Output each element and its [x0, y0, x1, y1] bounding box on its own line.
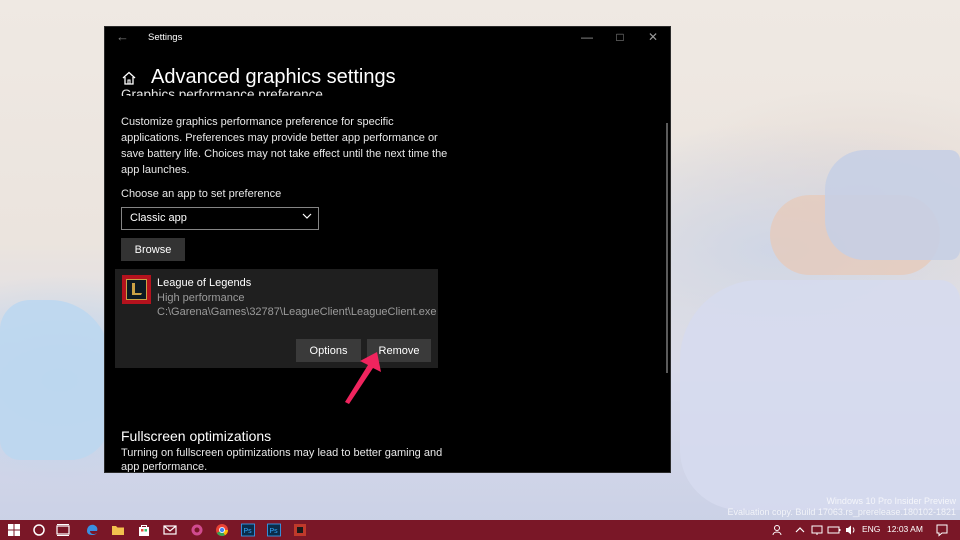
fullscreen-optimizations-title: Fullscreen optimizations	[121, 428, 272, 444]
app-path: C:\Garena\Games\32787\LeagueClient\Leagu…	[157, 306, 437, 318]
action-center-icon[interactable]	[934, 522, 950, 538]
network-icon[interactable]	[809, 522, 825, 538]
title-bar: ← Settings — □ ✕	[105, 27, 670, 49]
app-list-item[interactable]: League of Legends High performance C:\Ga…	[115, 269, 438, 368]
background-pillow	[825, 150, 960, 260]
photoshop-icon-2[interactable]: Ps	[266, 522, 282, 538]
close-button[interactable]: ✕	[641, 29, 665, 45]
app-type-dropdown[interactable]: Classic app	[121, 207, 319, 230]
clock[interactable]: 12:03 AM	[887, 524, 923, 534]
app-pink-icon[interactable]	[189, 522, 205, 538]
chrome-icon[interactable]	[214, 522, 230, 538]
maximize-button[interactable]: □	[608, 29, 632, 45]
people-icon[interactable]	[770, 522, 786, 538]
windows-watermark: Windows 10 Pro Insider Preview Evaluatio…	[728, 496, 957, 518]
taskbar: Ps Ps ENG 12:03 AM	[0, 520, 960, 540]
fullscreen-optimizations-description: Turning on fullscreen optimizations may …	[121, 447, 443, 472]
svg-text:Ps: Ps	[244, 528, 253, 535]
mail-icon[interactable]	[162, 522, 178, 538]
page-title: Advanced graphics settings	[151, 66, 396, 88]
watermark-line-2: Evaluation copy. Build 17063.rs_prerelea…	[727, 507, 957, 517]
background-blanket	[680, 280, 960, 510]
windows-start-icon[interactable]	[6, 522, 22, 538]
cortana-icon[interactable]	[31, 522, 47, 538]
background-pillow-left	[0, 300, 110, 460]
photoshop-icon[interactable]: Ps	[240, 522, 256, 538]
app-red-icon[interactable]	[292, 522, 308, 538]
minimize-button[interactable]: —	[575, 29, 599, 45]
browse-button[interactable]: Browse	[121, 238, 185, 261]
window-title: Settings	[148, 32, 183, 43]
edge-icon[interactable]	[84, 522, 100, 538]
preference-description: Customize graphics performance preferenc…	[121, 116, 448, 176]
settings-window: ← Settings — □ ✕ Graphics performance pr…	[105, 27, 670, 472]
back-arrow-icon[interactable]: ←	[116, 29, 132, 45]
watermark-line-1: Windows 10 Pro Insider Preview	[826, 496, 956, 506]
store-icon[interactable]	[136, 522, 152, 538]
app-preference: High performance	[157, 292, 245, 304]
chevron-up-icon[interactable]	[792, 522, 808, 538]
language-indicator[interactable]: ENG	[862, 524, 880, 534]
home-icon[interactable]	[121, 70, 137, 86]
scrollbar[interactable]	[666, 123, 668, 373]
chevron-down-icon	[302, 213, 312, 219]
file-explorer-icon[interactable]	[110, 522, 126, 538]
svg-text:Ps: Ps	[270, 528, 279, 535]
league-of-legends-icon	[122, 275, 151, 304]
choose-app-label: Choose an app to set preference	[121, 188, 282, 200]
volume-icon[interactable]	[843, 522, 859, 538]
battery-icon[interactable]	[826, 522, 842, 538]
pointer-arrow-annotation	[345, 352, 381, 404]
dropdown-selected-value: Classic app	[130, 212, 187, 224]
app-name: League of Legends	[157, 277, 252, 289]
task-view-icon[interactable]	[55, 522, 71, 538]
